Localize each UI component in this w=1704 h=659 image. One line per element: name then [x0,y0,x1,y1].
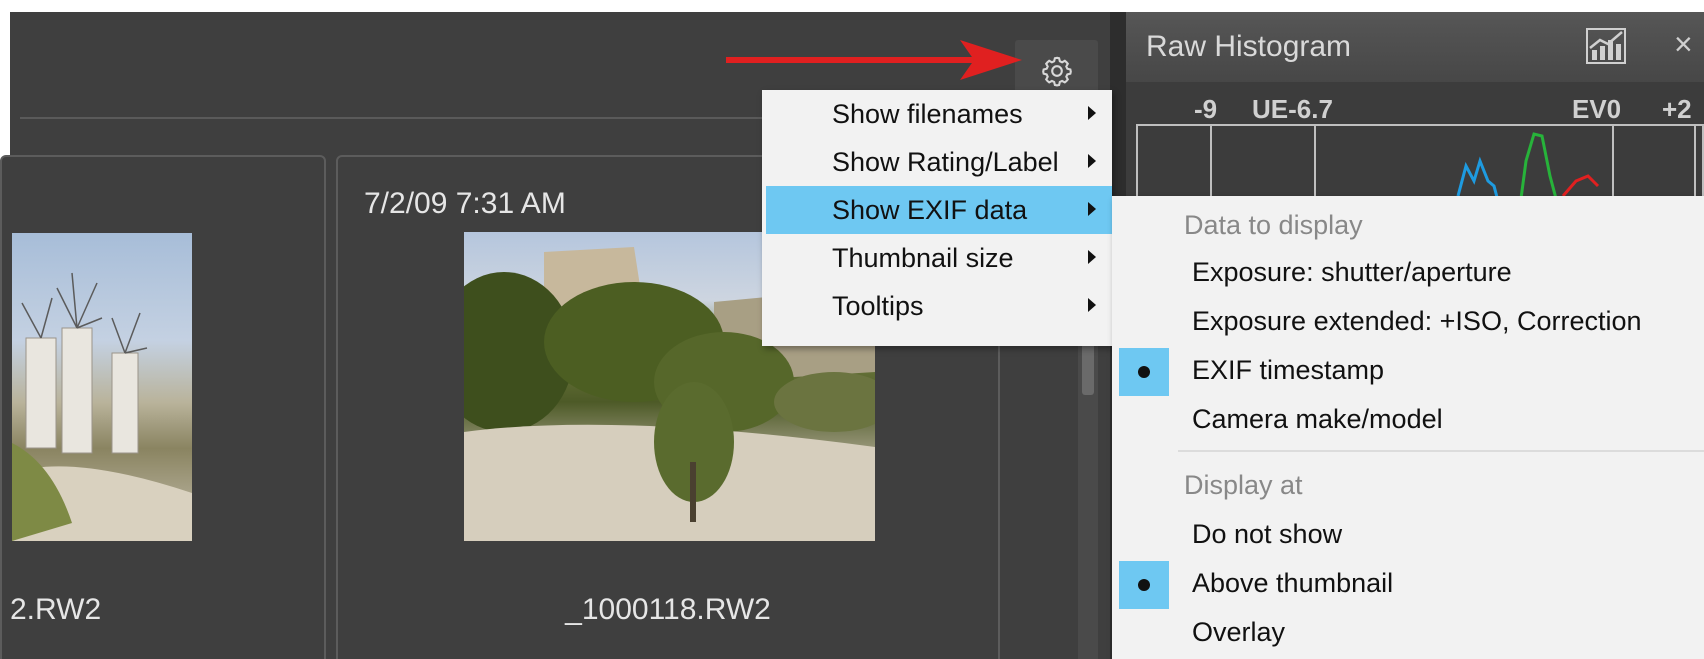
option-camera-make-model[interactable]: Camera make/model [1112,395,1704,443]
thumbnail-filename: 2.RW2 [10,593,102,626]
radio-dot-icon [1138,579,1150,591]
histogram-title: Raw Histogram [1146,30,1352,63]
menu-item-show-filenames[interactable]: Show filenames [762,90,1112,138]
histogram-ev-scale: -9 UE-6.7 EV0 +2 [1126,94,1704,124]
option-overlay[interactable]: Overlay [1112,608,1704,656]
option-above-thumbnail[interactable]: Above thumbnail [1112,559,1704,609]
ev-label: +2 [1662,94,1692,124]
selected-indicator [1119,348,1169,396]
screen: 2.RW2 7/2/09 7:31 AM _1000118.RW2 Raw Hi… [0,0,1704,659]
menu-item-show-rating-label[interactable]: Show Rating/Label [762,138,1112,186]
exif-timestamp: 7/2/09 7:31 AM [364,187,566,220]
submenu-arrow-icon [1088,250,1096,264]
menu-separator [1178,450,1704,452]
thumbnail-card[interactable]: 2.RW2 [0,155,326,659]
exif-data-submenu: Data to display Exposure: shutter/apertu… [1112,196,1704,659]
close-icon[interactable]: × [1674,26,1693,63]
submenu-arrow-icon [1088,106,1096,120]
submenu-heading: Display at [1184,470,1303,500]
menu-item-tooltips[interactable]: Tooltips [762,282,1112,330]
submenu-arrow-icon [1088,202,1096,216]
histogram-header: Raw Histogram × [1126,12,1704,82]
option-exposure-shutter-aperture[interactable]: Exposure: shutter/aperture [1112,248,1704,296]
selected-indicator [1119,561,1169,609]
view-options-menu: Show filenames Show Rating/Label Show EX… [762,90,1112,346]
chart-icon[interactable] [1586,28,1626,64]
option-exposure-extended[interactable]: Exposure extended: +ISO, Correction [1112,297,1704,345]
ev-label: UE-6.7 [1252,94,1333,124]
annotation-arrow-icon [726,40,1022,80]
option-exif-timestamp[interactable]: EXIF timestamp [1112,346,1704,396]
ev-label: EV0 [1572,94,1622,124]
ev-label: -9 [1194,94,1218,124]
menu-item-show-exif-data[interactable]: Show EXIF data [766,186,1112,234]
thumbnail-image [12,233,192,541]
thumbnail-filename: _1000118.RW2 [565,593,771,626]
submenu-arrow-icon [1088,154,1096,168]
radio-dot-icon [1138,366,1150,378]
submenu-arrow-icon [1088,298,1096,312]
submenu-heading: Data to display [1184,210,1363,240]
menu-item-thumbnail-size[interactable]: Thumbnail size [762,234,1112,282]
gear-icon [1041,56,1072,87]
option-do-not-show[interactable]: Do not show [1112,510,1704,558]
